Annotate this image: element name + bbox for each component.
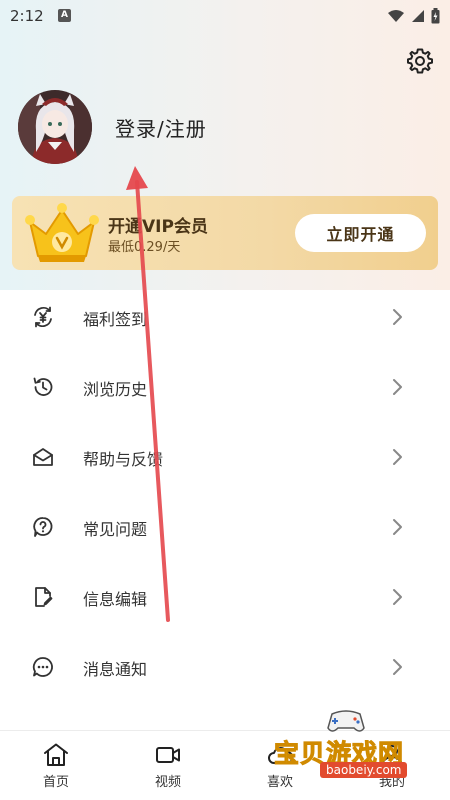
chevron-right-icon (393, 449, 402, 465)
chevron-right-icon (393, 519, 402, 535)
settings-button[interactable] (405, 46, 435, 76)
vip-title: 开通VIP会员 (108, 217, 208, 237)
watermark-url: baobeiy.com (320, 762, 408, 778)
menu-item-info-edit[interactable]: 信息编辑 (0, 562, 450, 632)
gamepad-icon (327, 710, 365, 732)
menu-item-label: 常见问题 (83, 520, 148, 539)
watermark: 宝贝游戏网 baobeiy.com (268, 706, 450, 800)
status-bar: 2:12 A (0, 0, 450, 32)
gear-icon (407, 48, 433, 74)
menu-item-help-feedback[interactable]: 帮助与反馈 (0, 422, 450, 492)
menu-item-label: 帮助与反馈 (83, 450, 164, 469)
login-register-link[interactable]: 登录/注册 (115, 113, 207, 142)
video-icon (156, 747, 180, 763)
wifi-icon (388, 10, 404, 22)
menu-item-label: 浏览历史 (83, 380, 148, 399)
menu-item-label: 消息通知 (83, 660, 148, 679)
chevron-right-icon (393, 309, 402, 325)
avatar[interactable] (18, 90, 92, 164)
chevron-right-icon (393, 379, 402, 395)
question-bubble-icon (33, 517, 53, 537)
message-dots-icon (32, 657, 53, 677)
history-icon (33, 377, 53, 396)
tab-video[interactable]: 视频 (112, 731, 224, 800)
avatar-illustration (18, 90, 92, 164)
chevron-right-icon (393, 589, 402, 605)
yen-cycle-icon (34, 306, 52, 328)
menu-item-welfare-checkin[interactable]: 福利签到 (0, 282, 450, 352)
edit-document-icon (35, 587, 53, 607)
signal-icon (412, 10, 424, 22)
menu-item-notifications[interactable]: 消息通知 (0, 632, 450, 702)
menu-item-label: 福利签到 (83, 310, 148, 329)
tab-label: 视频 (154, 775, 181, 790)
crown-icon (25, 203, 99, 262)
status-indicators (387, 8, 440, 24)
menu-item-label: 信息编辑 (83, 590, 148, 609)
battery-icon (431, 8, 440, 24)
menu-item-history[interactable]: 浏览历史 (0, 352, 450, 422)
tab-label: 首页 (42, 775, 69, 790)
status-time: 2:12 (10, 7, 44, 25)
vip-card[interactable]: 开通VIP会员 最低0.29/天 立即开通 (12, 196, 438, 270)
menu-item-faq[interactable]: 常见问题 (0, 492, 450, 562)
tab-home[interactable]: 首页 (0, 731, 112, 800)
notification-letter-icon: A (58, 9, 71, 22)
activate-vip-button[interactable]: 立即开通 (295, 214, 426, 252)
mail-open-icon (33, 448, 53, 466)
home-icon (44, 743, 68, 766)
chevron-right-icon (393, 659, 402, 675)
vip-price: 最低0.29/天 (108, 240, 181, 255)
menu-list: 福利签到 浏览历史 帮助与反馈 常见问题 信息编辑 消息通知 (0, 282, 450, 772)
